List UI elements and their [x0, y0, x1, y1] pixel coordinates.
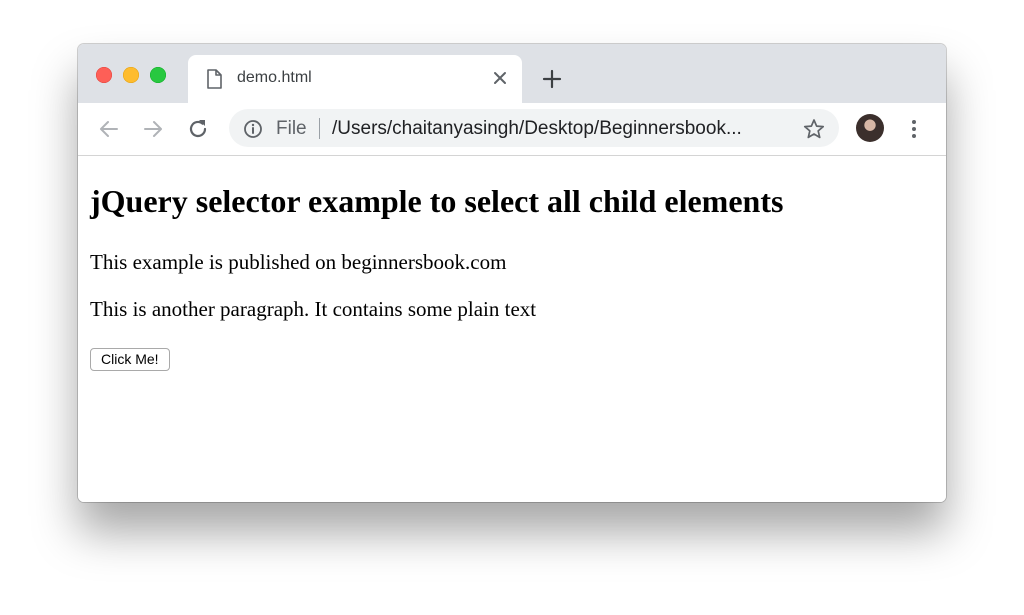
click-me-button[interactable]: Click Me!: [90, 348, 170, 371]
browser-window: demo.html File /Users/chaitanyasingh/Des…: [78, 44, 946, 502]
info-icon[interactable]: [243, 119, 263, 144]
tab-demo[interactable]: demo.html: [188, 55, 522, 103]
tab-strip: demo.html: [78, 44, 946, 103]
reload-icon[interactable]: [185, 116, 211, 142]
avatar[interactable]: [856, 114, 884, 142]
forward-arrow-icon[interactable]: [140, 116, 166, 142]
file-icon: [206, 69, 222, 94]
scheme-divider: [319, 118, 320, 139]
star-icon[interactable]: [803, 118, 825, 145]
back-arrow-icon[interactable]: [96, 116, 122, 142]
kebab-menu-icon[interactable]: [904, 116, 924, 142]
page-title: jQuery selector example to select all ch…: [90, 183, 784, 219]
browser-toolbar: File /Users/chaitanyasingh/Desktop/Begin…: [78, 103, 946, 156]
close-icon[interactable]: [491, 69, 509, 87]
paragraph-1: This example is published on beginnersbo…: [90, 250, 507, 274]
page-content: jQuery selector example to select all ch…: [78, 156, 946, 502]
address-bar[interactable]: File /Users/chaitanyasingh/Desktop/Begin…: [229, 109, 839, 147]
url-text[interactable]: /Users/chaitanyasingh/Desktop/Beginnersb…: [332, 118, 787, 140]
tab-title: demo.html: [237, 69, 312, 86]
window-minimize-button[interactable]: [123, 67, 139, 83]
plus-icon[interactable]: [541, 68, 563, 90]
scheme-label: File: [276, 118, 307, 139]
paragraph-2: This is another paragraph. It contains s…: [90, 297, 537, 321]
window-close-button[interactable]: [96, 67, 112, 83]
window-maximize-button[interactable]: [150, 67, 166, 83]
